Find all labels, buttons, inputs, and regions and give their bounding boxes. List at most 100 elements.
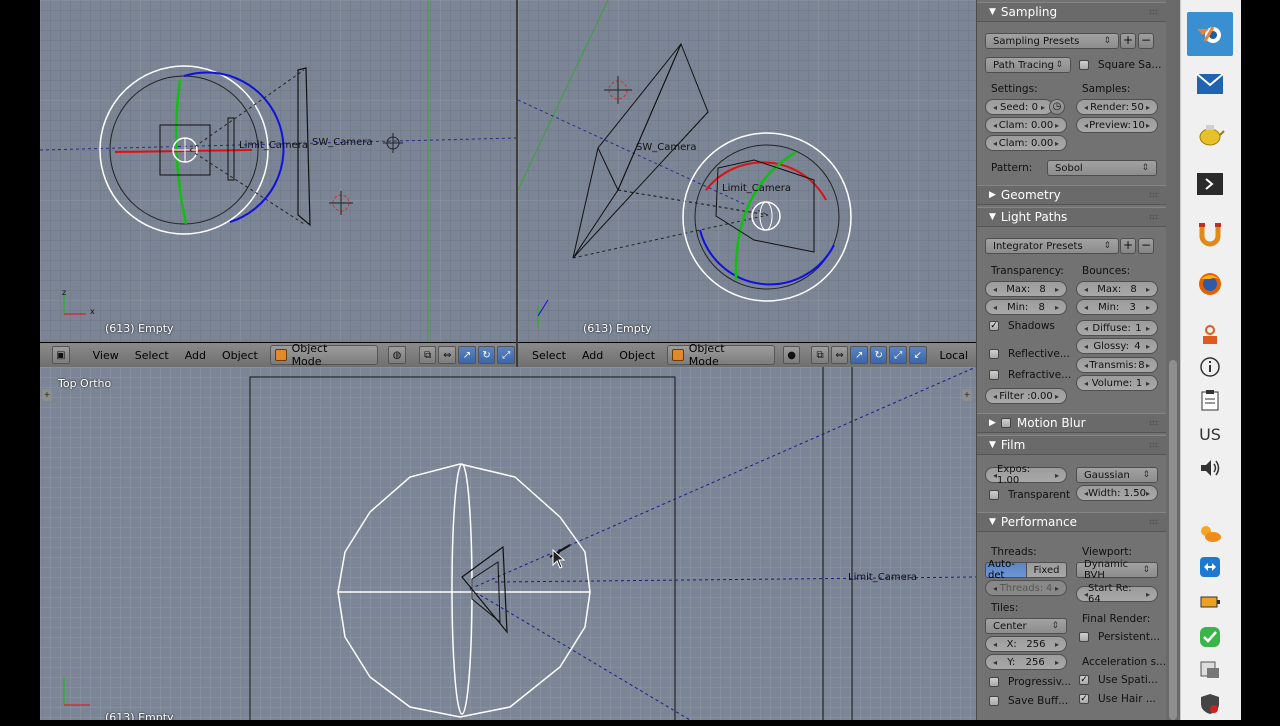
mail-icon xyxy=(1196,73,1224,94)
drag-grip-icon[interactable] xyxy=(1149,420,1159,426)
mode-select[interactable]: Object Mode xyxy=(269,342,379,368)
manipulator-extra-button[interactable]: ↙ xyxy=(908,346,927,364)
viewport-top-left[interactable]: Limit_Camera SW_Camera z x (613) Empty xyxy=(40,0,516,342)
editor-type-button[interactable]: ▣ xyxy=(52,346,70,364)
object-menu[interactable]: Object xyxy=(611,349,663,362)
drag-grip-icon[interactable] xyxy=(1149,9,1159,15)
security-tray-button[interactable] xyxy=(1187,682,1233,726)
manipulator-translate-button[interactable]: ↗ xyxy=(458,346,476,364)
drag-grip-icon[interactable] xyxy=(1149,519,1159,525)
tile-y-field[interactable]: ◂ Y: 256 ▸ xyxy=(985,654,1067,670)
add-menu[interactable]: Add xyxy=(177,349,214,362)
square-samples-checkbox[interactable] xyxy=(1079,60,1089,70)
add-menu[interactable]: Add xyxy=(574,349,611,362)
magnet-app-launcher[interactable] xyxy=(1187,212,1233,256)
use-hair-bvh-checkbox[interactable]: ✓ xyxy=(1079,694,1089,704)
firefox-launcher[interactable] xyxy=(1187,262,1233,306)
pivot-button[interactable]: ⧉ xyxy=(811,346,829,364)
diffuse-bounces-field[interactable]: ◂ Diffuse: 1 ▸ xyxy=(1076,320,1158,336)
sampling-presets-select[interactable]: Sampling Presets xyxy=(985,33,1119,49)
transmission-bounces-field[interactable]: ◂ Transmis: 8 ▸ xyxy=(1076,357,1158,373)
integrator-select[interactable]: Path Tracing xyxy=(985,57,1071,73)
shadows-checkbox[interactable]: ✓ xyxy=(989,321,999,331)
sampling-section-header[interactable]: ▼ Sampling xyxy=(977,2,1167,22)
terminal-launcher[interactable] xyxy=(1187,162,1233,206)
add-preset-button[interactable]: + xyxy=(1120,238,1136,254)
integrator-presets-select[interactable]: Integrator Presets xyxy=(985,238,1119,254)
reflective-caustics-checkbox[interactable] xyxy=(989,349,999,359)
properties-scrollbar[interactable] xyxy=(1166,0,1180,720)
threads-fixed-toggle[interactable]: Fixed xyxy=(1026,562,1067,578)
viewport-bottom[interactable]: Top Ortho Limit_Camera (613) Empty + + xyxy=(40,367,976,720)
layers-button[interactable]: ⇔ xyxy=(438,346,457,364)
transparent-checkbox[interactable] xyxy=(989,490,999,500)
manipulator-translate-button[interactable]: ↗ xyxy=(850,346,868,364)
pivot-button[interactable]: ⧉ xyxy=(418,346,437,364)
transparency-max-field[interactable]: ◂ Max: 8 ▸ xyxy=(985,281,1067,297)
use-spatial-splits-checkbox[interactable]: ✓ xyxy=(1079,675,1089,685)
threads-auto-detect-toggle[interactable]: Auto-det xyxy=(985,559,1027,581)
filter-glossy-field[interactable]: ◂ Filter :0.00 ▸ xyxy=(985,388,1067,404)
drag-grip-icon[interactable] xyxy=(1149,192,1159,198)
drag-grip-icon[interactable] xyxy=(1149,214,1159,220)
select-menu[interactable]: Select xyxy=(127,349,177,362)
shading-button[interactable]: ● xyxy=(782,346,801,364)
layers-button[interactable]: ⇔ xyxy=(830,346,849,364)
pattern-select[interactable]: Sobol xyxy=(1047,160,1157,176)
filter-width-field[interactable]: ◂ Width: 1.50 ▸ xyxy=(1076,485,1158,501)
seed-animate-button[interactable]: ◷ xyxy=(1049,99,1065,115)
clamp-indirect-field[interactable]: ◂ Clam: 0.00 ▸ xyxy=(985,135,1067,151)
remove-preset-button[interactable]: − xyxy=(1138,33,1154,49)
seed-field[interactable]: ◂ Seed: 0 ▸ xyxy=(985,99,1053,115)
select-menu[interactable]: Select xyxy=(524,349,574,362)
glossy-bounces-field[interactable]: ◂ Glossy: 4 ▸ xyxy=(1076,338,1158,354)
drag-grip-icon[interactable] xyxy=(1149,442,1159,448)
film-section-header[interactable]: ▼ Film xyxy=(977,435,1167,455)
mode-select[interactable]: Object Mode xyxy=(667,342,775,368)
refractive-caustics-checkbox[interactable] xyxy=(989,370,999,380)
viewport-top-right[interactable]: SW_Camera Limit_Camera (613) Empty xyxy=(518,0,976,342)
manipulator-rotate-button[interactable]: ↻ xyxy=(869,346,888,364)
geometry-section-header[interactable]: ▶ Geometry xyxy=(977,185,1167,205)
exposure-field[interactable]: ◂ Expos: 1.00 ▸ xyxy=(985,464,1067,486)
performance-section-header[interactable]: ▼ Performance xyxy=(977,512,1167,532)
increment-arrow-icon: ▸ xyxy=(1145,323,1150,333)
view-menu[interactable]: View xyxy=(85,349,127,362)
field-value: 1 xyxy=(1135,322,1142,334)
render-samples-field[interactable]: ◂ Render: 50 ▸ xyxy=(1076,99,1158,115)
volume-tray-button[interactable] xyxy=(1187,446,1233,490)
filter-type-select[interactable]: Gaussian xyxy=(1076,467,1158,483)
start-resolution-field[interactable]: ◂ Start Re: 64 ▸ xyxy=(1076,583,1158,605)
region-toggle-left[interactable]: + xyxy=(42,389,52,401)
mail-launcher[interactable] xyxy=(1187,62,1233,106)
add-preset-button[interactable]: + xyxy=(1120,33,1136,49)
motion-blur-section-header[interactable]: ▶ Motion Blur xyxy=(977,413,1167,433)
threads-count-field[interactable]: ◂ Threads: 4 ▸ xyxy=(985,580,1067,596)
region-toggle-right[interactable]: + xyxy=(962,389,972,401)
motion-blur-checkbox[interactable] xyxy=(1000,418,1011,428)
remove-preset-button[interactable]: − xyxy=(1138,238,1154,254)
manipulator-scale-button[interactable]: ⤢ xyxy=(497,346,516,364)
blender-launcher[interactable] xyxy=(1187,12,1233,56)
persistent-images-checkbox[interactable] xyxy=(1079,632,1089,642)
object-menu[interactable]: Object xyxy=(214,349,266,362)
increment-arrow-icon: ▸ xyxy=(1145,120,1150,130)
bounces-min-field[interactable]: ◂ Min: 3 ▸ xyxy=(1076,299,1158,315)
scrollbar-thumb[interactable] xyxy=(1169,360,1177,720)
manipulator-rotate-button[interactable]: ↻ xyxy=(477,346,496,364)
save-buffers-checkbox[interactable] xyxy=(989,696,999,706)
teapot-app-launcher[interactable] xyxy=(1187,112,1233,156)
progressive-refine-checkbox[interactable] xyxy=(989,677,999,687)
light-paths-section-header[interactable]: ▼ Light Paths xyxy=(977,207,1167,227)
viewport-bvh-select[interactable]: Dynamic BVH xyxy=(1076,559,1158,581)
tile-order-select[interactable]: Center xyxy=(985,618,1067,634)
transparency-min-field[interactable]: ◂ Min: 8 ▸ xyxy=(985,299,1067,315)
volume-bounces-field[interactable]: ◂ Volume: 1 ▸ xyxy=(1076,375,1158,391)
tile-x-field[interactable]: ◂ X: 256 ▸ xyxy=(985,636,1067,652)
preview-samples-field[interactable]: ◂ Preview: 10 ▸ xyxy=(1076,117,1158,133)
manipulator-scale-button[interactable]: ⤢ xyxy=(889,346,907,364)
transform-orientation-select[interactable]: Local xyxy=(932,349,977,362)
bounces-max-field[interactable]: ◂ Max: 8 ▸ xyxy=(1076,281,1158,297)
shading-button[interactable]: ◍ xyxy=(388,346,406,364)
clamp-direct-field[interactable]: ◂ Clam: 0.00 ▸ xyxy=(985,117,1067,133)
